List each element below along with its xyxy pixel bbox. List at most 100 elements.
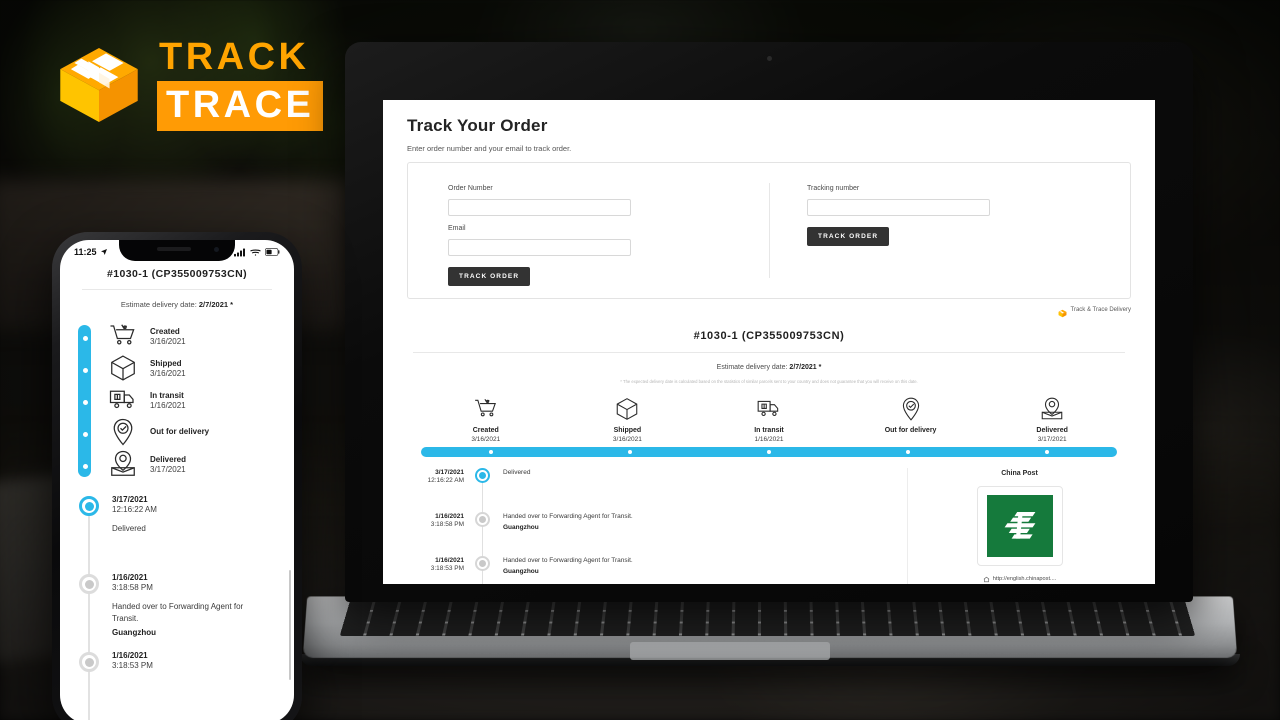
- phone-mockup: 11:25 #1030-1 (CP355009753CN) Estimate d…: [52, 232, 302, 720]
- phone-event-dot: [79, 574, 99, 594]
- event-connector-line: [481, 525, 483, 557]
- phone-event-date: 3/17/2021: [112, 495, 148, 504]
- status-step-label: Out for delivery: [884, 426, 937, 434]
- laptop-trackpad: [630, 642, 830, 660]
- home-icon: [983, 576, 990, 583]
- phone-progress-dot: [82, 432, 88, 437]
- package-box-small-icon: [1058, 305, 1067, 318]
- event-location: Guangzhou: [503, 523, 539, 531]
- brand-logo: TRACK TRACE: [55, 36, 324, 131]
- phone-content: #1030-1 (CP355009753CN) Estimate deliver…: [60, 264, 294, 720]
- phone-event-row: 3/17/2021 12:16:22 AM Delivered: [76, 494, 280, 578]
- event-timestamp: 1/16/2021 3:18:53 PM: [411, 556, 473, 572]
- event-details: Handed over to Forwarding Agent for Tran…: [491, 512, 633, 531]
- status-step-out-for-delivery: Out for delivery: [840, 392, 982, 443]
- event-description: Handed over to Forwarding Agent for Tran…: [503, 556, 633, 564]
- phone-body: 11:25 #1030-1 (CP355009753CN) Estimate d…: [52, 232, 302, 720]
- phone-event-time: 12:16:22 AM: [112, 505, 157, 514]
- location-arrow-icon: [100, 249, 107, 255]
- event-time: 3:18:53 PM: [430, 564, 464, 572]
- phone-step-text: Shipped 3/16/2021: [146, 359, 186, 378]
- box-icon: [108, 353, 146, 383]
- status-steps: Created 3/16/2021 Shipped 3/16/2021 In t…: [407, 392, 1131, 443]
- mailbox-icon: [1039, 392, 1065, 422]
- phone-event-connector: [88, 514, 90, 578]
- phone-progress-dot: [82, 400, 88, 405]
- status-step-created: Created 3/16/2021: [415, 392, 557, 443]
- phone-progress-dot: [82, 336, 88, 341]
- laptop-keyboard: [339, 600, 1196, 637]
- estimate-delivery-value: 2/7/2021 *: [789, 364, 822, 371]
- phone-event-connector: [88, 670, 90, 720]
- phone-step-label: Created: [150, 326, 180, 336]
- event-time: 3:18:58 PM: [430, 520, 464, 528]
- phone-event-row: 1/16/2021 3:18:58 PM Handed over to Forw…: [76, 572, 280, 656]
- phone-step-delivered: Delivered 3/17/2021: [108, 448, 280, 480]
- track-form-card: Order Number Email TRACK ORDER Tracking …: [407, 162, 1131, 299]
- phone-order-title: #1030-1 (CP355009753CN): [107, 268, 247, 280]
- email-input[interactable]: [448, 239, 631, 256]
- event-date: 1/16/2021: [435, 556, 464, 564]
- track-order-button-right[interactable]: TRACK ORDER: [807, 227, 890, 246]
- progress-dot: [906, 449, 911, 454]
- progress-bar: [421, 446, 1117, 457]
- phone-event-details: 3/17/2021 12:16:22 AM Delivered: [102, 494, 157, 572]
- phone-step-text: Out for delivery: [146, 427, 209, 437]
- event-timestamp: 3/17/2021 12:16:22 AM: [411, 468, 473, 484]
- phone-event-time: 3:18:58 PM: [112, 583, 153, 592]
- phone-event-marker: [76, 494, 102, 578]
- order-number-input[interactable]: [448, 199, 631, 216]
- carrier-website-link[interactable]: http://english.chinapost....: [918, 576, 1121, 583]
- event-timestamp: 1/16/2021 3:18:58 PM: [411, 512, 473, 528]
- email-label: Email: [448, 225, 466, 232]
- phone-step-text: In transit 1/16/2021: [146, 391, 186, 410]
- phone-step-date: 3/16/2021: [150, 368, 186, 378]
- mailbox-icon: [108, 449, 146, 479]
- event-date: 3/17/2021: [435, 468, 464, 476]
- package-box-icon: [55, 41, 143, 129]
- form-divider: [769, 183, 770, 278]
- progress-dot: [488, 449, 493, 454]
- phone-event-location: Guangzhou: [112, 628, 156, 638]
- phone-step-label: In transit: [150, 390, 184, 400]
- status-time-group: 11:25: [74, 247, 108, 257]
- phone-estimate-value: 2/7/2021 *: [198, 300, 234, 309]
- phone-event-description: Handed over to Forwarding Agent for Tran…: [112, 602, 244, 623]
- status-step-date: 1/16/2021: [754, 435, 784, 443]
- page-subtitle: Enter order number and your email to tra…: [407, 144, 572, 153]
- event-connector-line: [481, 481, 483, 513]
- phone-step-text: Delivered 3/17/2021: [146, 455, 186, 474]
- screenshot-stage: TRACK TRACE Track Your Order Enter order…: [0, 0, 1280, 720]
- carrier-logo-frame: [976, 485, 1063, 566]
- status-step-date: 3/17/2021: [1037, 435, 1067, 443]
- phone-estimate-label: Estimate delivery date:: [120, 300, 197, 309]
- event-date: 1/16/2021: [435, 512, 464, 520]
- event-row: 1/16/2021 3:18:58 PM Handed over to Forw…: [411, 511, 907, 557]
- phone-event-date: 1/16/2021: [112, 651, 148, 660]
- phone-step-date: 1/16/2021: [150, 400, 186, 410]
- brand-word-trace: TRACE: [157, 81, 324, 131]
- phone-step-created: Created 3/16/2021: [108, 320, 280, 352]
- phone-scrollbar[interactable]: [289, 570, 291, 680]
- brand-word-track: TRACK: [159, 36, 310, 78]
- phone-step-date: 3/17/2021: [150, 464, 186, 474]
- track-order-button-left[interactable]: TRACK ORDER: [448, 267, 531, 286]
- status-step-date: 3/16/2021: [471, 435, 501, 443]
- truck-icon: [108, 385, 146, 415]
- status-step-shipped: Shipped 3/16/2021: [557, 392, 699, 443]
- phone-step-date: 3/16/2021: [150, 336, 186, 346]
- signal-bars-icon: [234, 248, 245, 256]
- form-left-column: Order Number Email TRACK ORDER: [408, 163, 769, 298]
- tracking-number-input[interactable]: [807, 199, 990, 216]
- phone-event-details: 1/16/2021 3:18:53 PM: [102, 650, 153, 720]
- footer-brand-badge: Track & Trace Delivery: [407, 305, 1131, 318]
- phone-progress-bar: [76, 320, 92, 480]
- phone-step-text: Created 3/16/2021: [146, 327, 186, 346]
- event-dot: [474, 555, 490, 571]
- phone-event-details: 1/16/2021 3:18:58 PM Handed over to Forw…: [102, 572, 262, 650]
- footer-brand-label: Track & Trace Delivery: [1070, 306, 1131, 313]
- phone-event-connector: [88, 592, 90, 656]
- box-icon: [614, 392, 640, 422]
- phone-screen: 11:25 #1030-1 (CP355009753CN) Estimate d…: [60, 240, 294, 720]
- page-title: Track Your Order: [407, 116, 548, 135]
